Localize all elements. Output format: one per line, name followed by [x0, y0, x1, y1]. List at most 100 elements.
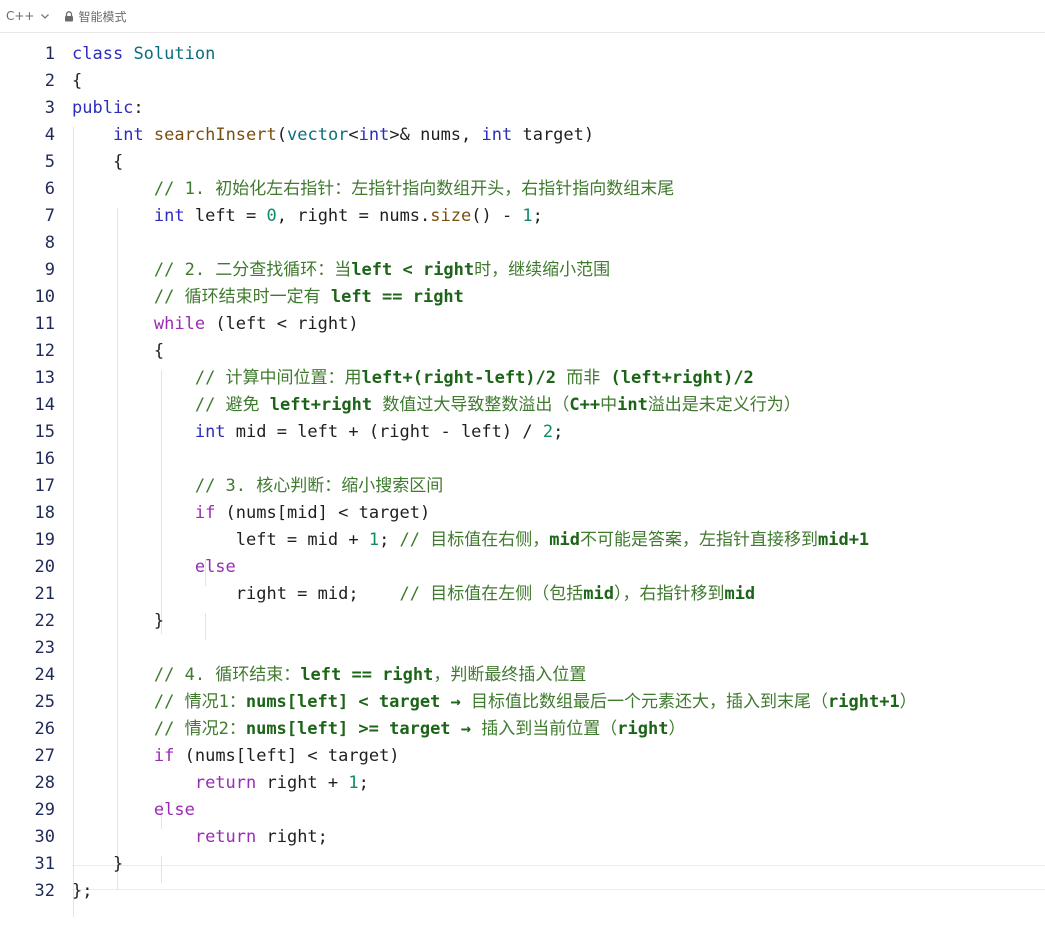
code-text[interactable]: else [72, 554, 236, 581]
code-text[interactable]: return right; [72, 824, 328, 851]
code-token: 不可能是答案，左指针直接移到 [579, 530, 818, 550]
code-text[interactable]: { [72, 68, 82, 95]
code-line[interactable]: 13 // 计算中间位置：用left+(right-left)/2 而非 (le… [0, 365, 1045, 392]
code-token: // 目标值在左侧（包括 [399, 584, 584, 604]
code-text[interactable]: int searchInsert(vector<int>& nums, int … [72, 122, 594, 149]
line-number: 26 [34, 719, 55, 739]
code-line[interactable]: 19 left = mid + 1; // 目标值在右侧，mid不可能是答案，左… [0, 527, 1045, 554]
code-line[interactable]: 24 // 4. 循环结束：left == right，判断最终插入位置 [0, 662, 1045, 689]
code-text[interactable]: // 2. 二分查找循环：当left < right时，继续缩小范围 [72, 257, 610, 284]
line-number: 11 [34, 314, 55, 334]
code-text[interactable]: { [72, 338, 164, 365]
code-line[interactable]: 12 { [0, 338, 1045, 365]
code-text[interactable]: while (left < right) [72, 311, 359, 338]
code-line[interactable]: 8 [0, 230, 1045, 257]
code-line[interactable]: 7 int left = 0, right = nums.size() - 1; [0, 203, 1045, 230]
code-line[interactable]: 27 if (nums[left] < target) [0, 743, 1045, 770]
code-line[interactable]: 10 // 循环结束时一定有 left == right [0, 284, 1045, 311]
code-token: right [617, 719, 669, 739]
code-token: : [133, 98, 144, 118]
code-line[interactable]: 5 { [0, 149, 1045, 176]
code-token: mid [583, 584, 614, 604]
code-line[interactable]: 20 else [0, 554, 1045, 581]
code-line[interactable]: 23 [0, 635, 1045, 662]
code-token: ( [276, 125, 287, 145]
code-line[interactable]: 16 [0, 446, 1045, 473]
code-text[interactable]: else [72, 797, 195, 824]
code-line[interactable]: 18 if (nums[mid] < target) [0, 500, 1045, 527]
code-line[interactable]: 29 else [0, 797, 1045, 824]
line-number: 28 [34, 773, 55, 793]
code-token: right = mid; [72, 584, 400, 604]
code-text[interactable]: // 计算中间位置：用left+(right-left)/2 而非 (left+… [72, 365, 754, 392]
code-line[interactable]: 22 } [0, 608, 1045, 635]
code-token: mid+1 [817, 530, 870, 550]
code-text[interactable]: } [72, 851, 123, 878]
language-selector[interactable]: C++ [6, 9, 50, 23]
code-line[interactable]: 6 // 1. 初始化左右指针：左指针指向数组开头，右指针指向数组末尾 [0, 176, 1045, 203]
code-text[interactable]: int mid = left + (right - left) / 2; [72, 419, 564, 446]
line-number: 16 [34, 449, 55, 469]
code-token: left == right [330, 287, 464, 307]
code-text[interactable]: left = mid + 1; // 目标值在右侧，mid不可能是答案，左指针直… [72, 527, 869, 554]
editor-toolbar: C++ 智能模式 [0, 0, 1045, 33]
code-line[interactable]: 21 right = mid; // 目标值在左侧（包括mid），右指针移到mi… [0, 581, 1045, 608]
code-line[interactable]: 32}; [0, 878, 1045, 905]
code-text[interactable]: { [72, 149, 123, 176]
code-text[interactable]: // 3. 核心判断：缩小搜索区间 [72, 473, 443, 500]
code-text[interactable]: // 避免 left+right 数值过大导致整数溢出（C++中int溢出是未定… [72, 392, 801, 419]
code-line[interactable]: 4 int searchInsert(vector<int>& nums, in… [0, 122, 1045, 149]
code-token: (left < right) [205, 314, 359, 334]
code-text[interactable]: // 情况1：nums[left] < target → 目标值比数组最后一个元… [72, 689, 917, 716]
code-text[interactable]: int left = 0, right = nums.size() - 1; [72, 203, 543, 230]
code-text[interactable]: } [72, 608, 164, 635]
code-line[interactable]: 2{ [0, 68, 1045, 95]
code-token: ; [379, 530, 400, 550]
line-number: 27 [34, 746, 55, 766]
code-text[interactable]: if (nums[left] < target) [72, 743, 400, 770]
code-line[interactable]: 11 while (left < right) [0, 311, 1045, 338]
line-number: 6 [44, 179, 55, 199]
code-line[interactable]: 26 // 情况2：nums[left] >= target → 插入到当前位置… [0, 716, 1045, 743]
code-text[interactable]: if (nums[mid] < target) [72, 500, 430, 527]
code-line[interactable]: 17 // 3. 核心判断：缩小搜索区间 [0, 473, 1045, 500]
code-token: return [194, 827, 257, 847]
code-line[interactable]: 14 // 避免 left+right 数值过大导致整数溢出（C++中int溢出… [0, 392, 1045, 419]
code-line[interactable]: 30 return right; [0, 824, 1045, 851]
code-token: 插入到当前位置（ [481, 719, 618, 739]
code-token: int [153, 206, 185, 226]
line-number: 25 [34, 692, 55, 712]
code-editor[interactable]: 1 class Solution 2{3 public: 4 int searchIns… [0, 33, 1045, 928]
smart-mode-indicator[interactable]: 智能模式 [64, 8, 127, 25]
code-text[interactable]: public: [72, 95, 144, 122]
code-token: mid [549, 530, 580, 550]
code-token: 数值过大导致整数溢出（ [372, 395, 570, 415]
line-number: 18 [34, 503, 55, 523]
code-line[interactable]: 1 class Solution [0, 41, 1045, 68]
code-text[interactable]: }; [72, 878, 92, 905]
code-text[interactable]: right = mid; // 目标值在左侧（包括mid），右指针移到mid [72, 581, 755, 608]
code-token: 1 [368, 530, 380, 550]
line-number: 5 [44, 152, 55, 172]
code-token: } [72, 611, 165, 631]
code-line[interactable]: 9 // 2. 二分查找循环：当left < right时，继续缩小范围 [0, 257, 1045, 284]
code-token: }; [72, 881, 93, 901]
code-line[interactable]: 15 int mid = left + (right - left) / 2; [0, 419, 1045, 446]
code-text[interactable]: // 4. 循环结束：left == right，判断最终插入位置 [72, 662, 586, 689]
code-line[interactable]: 31 } [0, 851, 1045, 878]
code-line[interactable]: 3 public: [0, 95, 1045, 122]
code-line[interactable]: 28 return right + 1; [0, 770, 1045, 797]
code-text[interactable]: class Solution [72, 41, 215, 68]
code-text[interactable]: return right + 1; [72, 770, 369, 797]
code-text[interactable]: // 循环结束时一定有 left == right [72, 284, 464, 311]
code-text[interactable]: // 情况2：nums[left] >= target → 插入到当前位置（ri… [72, 716, 686, 743]
code-line[interactable]: 25 // 情况1：nums[left] < target → 目标值比数组最后… [0, 689, 1045, 716]
line-number: 23 [34, 638, 55, 658]
line-number: 24 [34, 665, 55, 685]
code-text[interactable]: // 1. 初始化左右指针：左指针指向数组开头，右指针指向数组末尾 [72, 176, 674, 203]
